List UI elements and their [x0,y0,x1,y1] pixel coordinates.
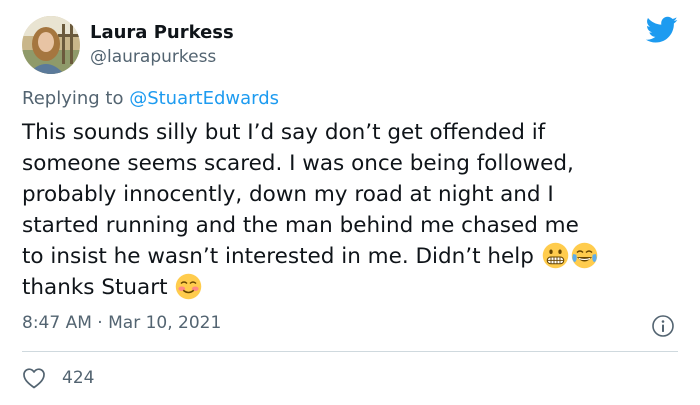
tweet-time: 8:47 AM [22,313,92,333]
replying-to: Replying to @StuartEdwards [22,88,279,109]
tweet-timestamp[interactable]: 8:47 AM · Mar 10, 2021 [22,313,221,333]
twitter-bird-icon[interactable] [646,16,678,44]
tweet-date: Mar 10, 2021 [108,313,222,333]
like-count: 424 [62,368,95,388]
info-icon[interactable] [651,314,675,338]
smiling-face-emoji [176,273,202,300]
tweet-text-end: thanks Stuart [22,275,175,300]
author-name[interactable]: Laura Purkess [90,22,234,43]
author-handle[interactable]: @laurapurkess [90,47,216,67]
tweet-text: This sounds silly but I’d say don’t get … [22,117,690,303]
like-button[interactable]: 424 [22,366,94,390]
avatar[interactable] [22,16,80,74]
tweet-text-main: This sounds silly but I’d say don’t get … [22,120,579,269]
heart-icon [23,368,45,389]
reply-mention-link[interactable]: @StuartEdwards [129,88,279,109]
replying-prefix: Replying to [22,88,130,109]
tweet-card: Laura Purkess @laurapurkess Replying to … [0,0,700,405]
grimacing-face-emoji [542,242,568,269]
divider [22,351,678,352]
tears-of-joy-emoji [571,242,597,269]
meta-separator: · [91,313,109,333]
